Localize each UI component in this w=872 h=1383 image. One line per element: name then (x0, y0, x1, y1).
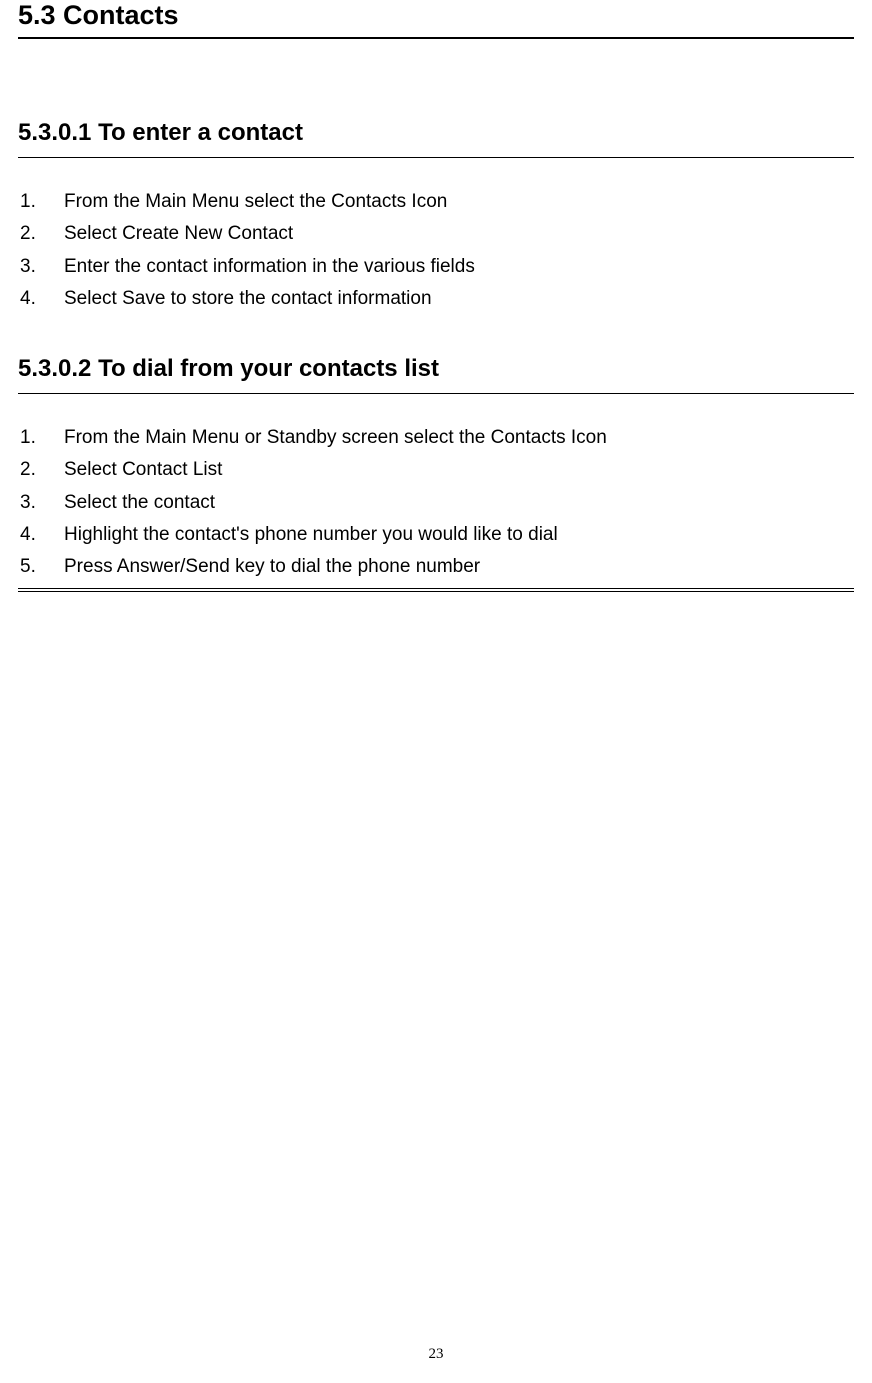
divider-double (18, 588, 854, 592)
main-heading: 5.3 Contacts (18, 0, 854, 39)
ordered-list-2: 1. From the Main Menu or Standby screen … (18, 422, 854, 583)
list-number: 3. (18, 487, 64, 519)
list-item: 4. Select Save to store the contact info… (18, 283, 854, 315)
list-item: 2. Select Create New Contact (18, 218, 854, 250)
list-number: 3. (18, 251, 64, 283)
list-item: 3. Enter the contact information in the … (18, 251, 854, 283)
list-number: 4. (18, 519, 64, 551)
list-number: 1. (18, 186, 64, 218)
sub-heading-2: 5.3.0.2 To dial from your contacts list (18, 355, 854, 394)
list-text: Select Save to store the contact informa… (64, 283, 854, 315)
sub-heading-1: 5.3.0.1 To enter a contact (18, 119, 854, 158)
list-number: 5. (18, 551, 64, 583)
list-text: Select Create New Contact (64, 218, 854, 250)
list-item: 3. Select the contact (18, 487, 854, 519)
list-text: Press Answer/Send key to dial the phone … (64, 551, 854, 583)
list-text: Enter the contact information in the var… (64, 251, 854, 283)
list-number: 1. (18, 422, 64, 454)
list-item: 1. From the Main Menu select the Contact… (18, 186, 854, 218)
list-text: Select the contact (64, 487, 854, 519)
list-item: 4. Highlight the contact's phone number … (18, 519, 854, 551)
list-text: From the Main Menu select the Contacts I… (64, 186, 854, 218)
list-item: 1. From the Main Menu or Standby screen … (18, 422, 854, 454)
list-text: Highlight the contact's phone number you… (64, 519, 854, 551)
list-number: 2. (18, 218, 64, 250)
list-number: 2. (18, 454, 64, 486)
section-dial-contacts: 5.3.0.2 To dial from your contacts list … (18, 355, 854, 591)
list-text: From the Main Menu or Standby screen sel… (64, 422, 854, 454)
list-text: Select Contact List (64, 454, 854, 486)
list-item: 5. Press Answer/Send key to dial the pho… (18, 551, 854, 583)
page-number: 23 (0, 1346, 872, 1363)
ordered-list-1: 1. From the Main Menu select the Contact… (18, 186, 854, 315)
list-item: 2. Select Contact List (18, 454, 854, 486)
list-number: 4. (18, 283, 64, 315)
section-enter-contact: 5.3.0.1 To enter a contact 1. From the M… (18, 119, 854, 315)
